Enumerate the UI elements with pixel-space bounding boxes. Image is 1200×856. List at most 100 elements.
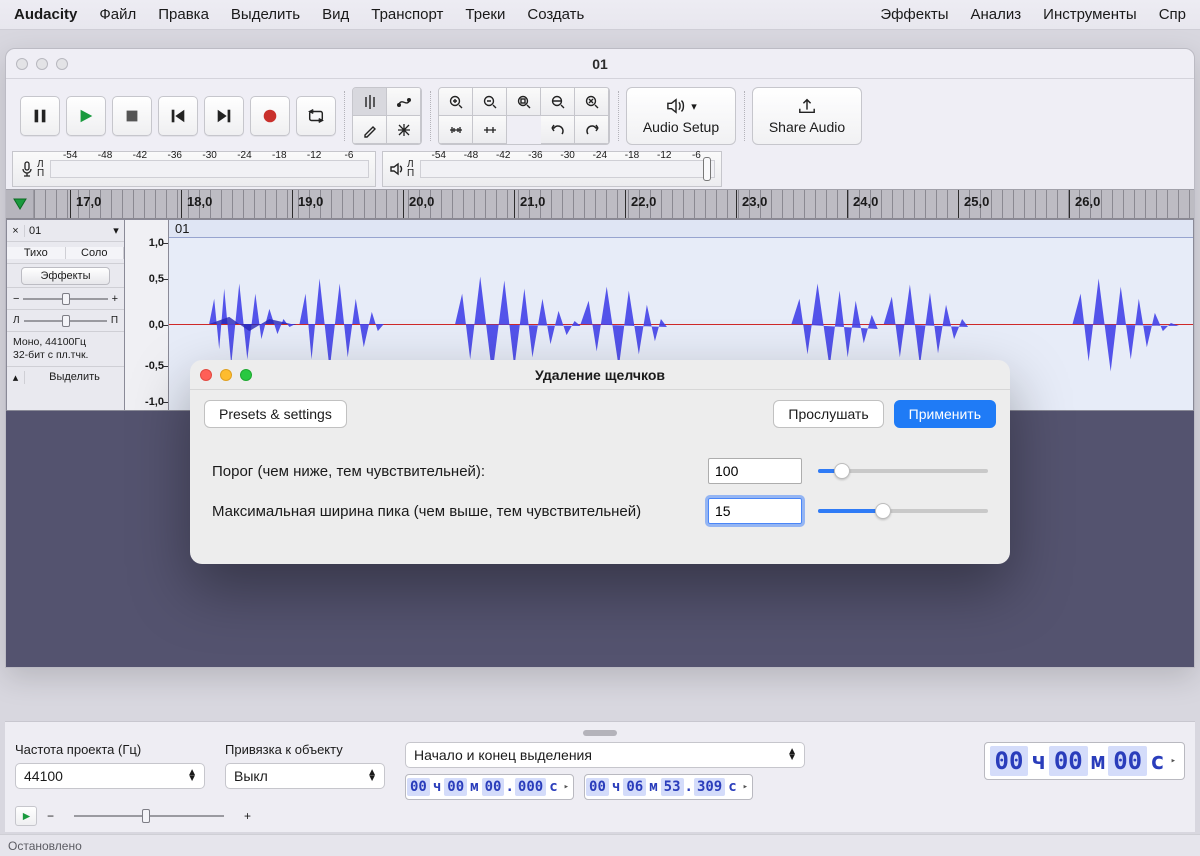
menu-app-name[interactable]: Audacity [14, 6, 77, 23]
dialog-min-icon[interactable] [220, 369, 232, 381]
speaker-icon [389, 161, 405, 177]
project-rate-combo[interactable]: 44100▲▼ [15, 763, 205, 789]
threshold-input[interactable] [708, 458, 802, 484]
snap-label: Привязка к объекту [225, 742, 385, 757]
window-titlebar: 01 [6, 49, 1194, 79]
menu-file[interactable]: Файл [99, 6, 136, 23]
track-select-button[interactable]: Выделить [25, 371, 124, 383]
share-toolbar: Share Audio [744, 83, 870, 149]
zoom-toggle-icon[interactable] [575, 88, 609, 116]
share-audio-label: Share Audio [769, 119, 845, 135]
project-rate-label: Частота проекта (Гц) [15, 742, 205, 757]
transport-toolbar [12, 83, 344, 149]
redo-icon[interactable] [575, 116, 609, 144]
solo-button[interactable]: Соло [66, 247, 125, 259]
mute-button[interactable]: Тихо [7, 247, 66, 259]
play-button[interactable] [66, 96, 106, 136]
record-button[interactable] [250, 96, 290, 136]
menu-instruments[interactable]: Инструменты [1043, 6, 1137, 23]
track-control-panel: × 01 ▾ Тихо Соло Эффекты − + Л [7, 220, 125, 410]
audio-setup-label: Audio Setup [643, 119, 719, 135]
play-db-scale: -54 -48 -42 -36 -30 -24 -18 -12 -6 [420, 160, 715, 178]
pause-button[interactable] [20, 96, 60, 136]
toolbars: ▾ Audio Setup Share Audio [6, 79, 1194, 149]
dialog-title: Удаление щелчков [190, 367, 1010, 383]
clip-label: 01 [175, 221, 189, 236]
macos-menubar: Audacity Файл Правка Выделить Вид Трансп… [0, 0, 1200, 30]
zoom-in-icon[interactable] [439, 88, 473, 116]
track-name[interactable]: 01 [25, 225, 108, 237]
skip-start-button[interactable] [158, 96, 198, 136]
track-effects-button[interactable]: Эффекты [21, 267, 109, 285]
preview-button[interactable]: Прослушать [773, 400, 883, 428]
menu-edit[interactable]: Правка [158, 6, 209, 23]
selection-end-time[interactable]: 00ч 06м 53. 309 с▸ [584, 774, 753, 800]
dialog-zoom-icon[interactable] [240, 369, 252, 381]
gain-slider[interactable]: − + [7, 288, 124, 310]
threshold-slider[interactable] [818, 469, 988, 473]
envelope-tool-icon[interactable] [387, 88, 421, 116]
threshold-label: Порог (чем ниже, тем чувствительней): [212, 463, 692, 480]
share-audio-button[interactable]: Share Audio [752, 87, 862, 145]
menu-generate[interactable]: Создать [527, 6, 584, 23]
selection-mode-combo[interactable]: Начало и конец выделения▲▼ [405, 742, 805, 768]
spike-width-input[interactable] [708, 498, 802, 524]
microphone-icon [19, 161, 35, 177]
undo-icon[interactable] [541, 116, 575, 144]
selection-toolbar: Частота проекта (Гц) 44100▲▼ Привязка к … [5, 721, 1195, 832]
play-at-speed-button[interactable] [15, 806, 37, 826]
status-bar: Остановлено [0, 834, 1200, 856]
loop-button[interactable] [296, 96, 336, 136]
selection-start-time[interactable]: 00ч 00м 00. 000 с▸ [405, 774, 574, 800]
track-collapse-icon[interactable]: ▴ [7, 371, 25, 384]
setup-toolbar: ▾ Audio Setup [618, 83, 744, 149]
playhead-grip-icon[interactable] [703, 155, 713, 183]
menu-effects[interactable]: Эффекты [880, 6, 948, 23]
traffic-min-icon[interactable] [36, 58, 48, 70]
skip-end-button[interactable] [204, 96, 244, 136]
traffic-close-icon[interactable] [16, 58, 28, 70]
selection-tool-icon[interactable] [353, 88, 387, 116]
timeline-pin-icon[interactable] [6, 190, 34, 218]
snap-combo[interactable]: Выкл▲▼ [225, 763, 385, 789]
click-removal-dialog: Удаление щелчков Presets & settings Прос… [190, 360, 1010, 564]
edit-tools-toolbar [344, 83, 430, 149]
pan-slider[interactable]: Л П [7, 310, 124, 332]
timeline-ruler[interactable]: 17,0 18,0 19,0 20,0 21,0 22,0 23,0 24,0 … [6, 189, 1194, 219]
window-title: 01 [6, 56, 1194, 72]
menu-transport[interactable]: Транспорт [371, 6, 443, 23]
audio-setup-button[interactable]: ▾ Audio Setup [626, 87, 736, 145]
track-format-info: Моно, 44100Гц 32-бит с пл.тчк. [7, 332, 124, 367]
document-window: 01 [5, 48, 1195, 668]
spike-width-label: Максимальная ширина пика (чем выше, тем … [212, 503, 692, 520]
menu-select[interactable]: Выделить [231, 6, 300, 23]
menu-analyze[interactable]: Анализ [971, 6, 1022, 23]
meter-row: ЛП -54 -48 -42 -36 -30 -24 -18 -12 -6 ЛП… [12, 151, 1188, 187]
fit-project-icon[interactable] [541, 88, 575, 116]
trim-icon[interactable] [439, 116, 473, 144]
traffic-zoom-icon[interactable] [56, 58, 68, 70]
silence-icon[interactable] [473, 116, 507, 144]
apply-button[interactable]: Применить [894, 400, 996, 428]
draw-tool-icon[interactable] [353, 116, 387, 144]
vertical-scale[interactable]: 1,0 0,5 0,0 -0,5 -1,0 [125, 220, 169, 410]
multi-tool-icon[interactable] [387, 116, 421, 144]
fit-selection-icon[interactable] [507, 88, 541, 116]
menu-view[interactable]: Вид [322, 6, 349, 23]
playback-speed-slider[interactable] [64, 811, 234, 821]
stop-button[interactable] [112, 96, 152, 136]
record-meter[interactable]: ЛП -54 -48 -42 -36 -30 -24 -18 -12 -6 [12, 151, 376, 187]
zoom-out-icon[interactable] [473, 88, 507, 116]
track-menu-icon[interactable]: ▾ [108, 224, 124, 237]
zoom-toolbar [430, 83, 618, 149]
resize-grabber-icon[interactable] [583, 730, 617, 736]
menu-tracks[interactable]: Треки [465, 6, 505, 23]
play-meter[interactable]: ЛП -54 -48 -42 -36 -30 -24 -18 -12 -6 [382, 151, 722, 187]
spike-width-slider[interactable] [818, 509, 988, 513]
menu-help[interactable]: Спр [1159, 6, 1186, 23]
record-db-scale: -54 -48 -42 -36 -30 -24 -18 -12 -6 [50, 160, 369, 178]
presets-button[interactable]: Presets & settings [204, 400, 347, 428]
cursor-time-display[interactable]: 00ч 00м 00с ▸ [984, 742, 1186, 780]
dialog-close-icon[interactable] [200, 369, 212, 381]
track-close-icon[interactable]: × [7, 225, 25, 237]
